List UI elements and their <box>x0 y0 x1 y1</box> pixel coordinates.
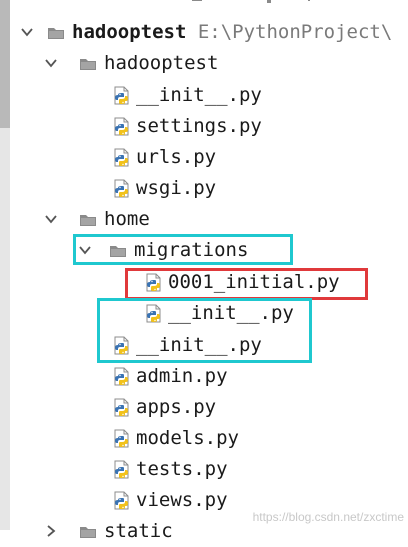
tree-node-file[interactable]: urls.py <box>0 142 408 173</box>
python-file-icon <box>112 460 132 480</box>
python-file-icon <box>112 367 132 387</box>
folder-icon <box>46 23 66 43</box>
node-label: __init__.py <box>168 302 294 324</box>
folder-icon <box>78 522 98 542</box>
tree-node-file[interactable]: 0001_initial.py <box>0 267 408 298</box>
node-label: 0001_initial.py <box>168 271 340 293</box>
python-file-icon <box>112 117 132 137</box>
node-label: apps.py <box>136 396 217 418</box>
folder-icon <box>108 241 128 261</box>
tree-node-file[interactable]: __init__.py <box>0 298 408 329</box>
node-label: models.py <box>136 427 239 449</box>
settings-icon[interactable] <box>190 0 204 7</box>
chevron-down-icon[interactable] <box>78 243 92 257</box>
menu-icon[interactable] <box>302 0 316 7</box>
chevron-down-icon[interactable] <box>44 56 58 70</box>
node-label: admin.py <box>136 365 228 387</box>
watermark: https://blog.csdn.net/zxctime <box>252 510 404 524</box>
python-file-icon <box>112 491 132 511</box>
tree-node-migrations[interactable]: migrations <box>0 235 408 266</box>
node-label: static <box>104 520 173 542</box>
node-label: migrations <box>134 239 249 261</box>
root-label: hadooptest E:\PythonProject\ <box>72 21 393 43</box>
python-file-icon <box>144 304 164 324</box>
python-file-icon <box>112 429 132 449</box>
node-label: settings.py <box>136 115 262 137</box>
python-file-icon <box>112 398 132 418</box>
node-label: __init__.py <box>136 334 262 356</box>
node-label: __init__.py <box>136 84 262 106</box>
node-label: home <box>104 208 150 230</box>
tree-node-hadooptest[interactable]: hadooptest <box>0 48 408 79</box>
chevron-down-icon[interactable] <box>44 212 58 226</box>
tree-node-file[interactable]: __init__.py <box>0 80 408 111</box>
folder-icon <box>78 54 98 74</box>
tree-node-file[interactable]: settings.py <box>0 111 408 142</box>
node-label: hadooptest <box>104 52 219 74</box>
tree-node-file[interactable]: models.py <box>0 423 408 454</box>
python-file-icon <box>112 336 132 356</box>
python-file-icon <box>144 273 164 293</box>
tree-node-home[interactable]: home <box>0 204 408 235</box>
tree-node-file[interactable]: wsgi.py <box>0 173 408 204</box>
folder-icon <box>78 210 98 230</box>
node-label: wsgi.py <box>136 177 217 199</box>
chevron-right-icon[interactable] <box>44 524 58 538</box>
tree-node-file[interactable]: admin.py <box>0 361 408 392</box>
tree-node-file[interactable]: apps.py <box>0 392 408 423</box>
python-file-icon <box>112 86 132 106</box>
chevron-down-icon[interactable] <box>20 25 34 39</box>
tree-node-file[interactable]: tests.py <box>0 454 408 485</box>
tree-node-file[interactable]: __init__.py <box>0 330 408 361</box>
python-file-icon <box>112 179 132 199</box>
toolbar-partial <box>10 0 408 8</box>
python-file-icon <box>112 148 132 168</box>
node-label: views.py <box>136 489 228 511</box>
node-label: urls.py <box>136 146 217 168</box>
tree-node-root[interactable]: hadooptest E:\PythonProject\ <box>0 17 408 48</box>
node-label: tests.py <box>136 458 228 480</box>
collapse-icon[interactable] <box>262 0 276 7</box>
